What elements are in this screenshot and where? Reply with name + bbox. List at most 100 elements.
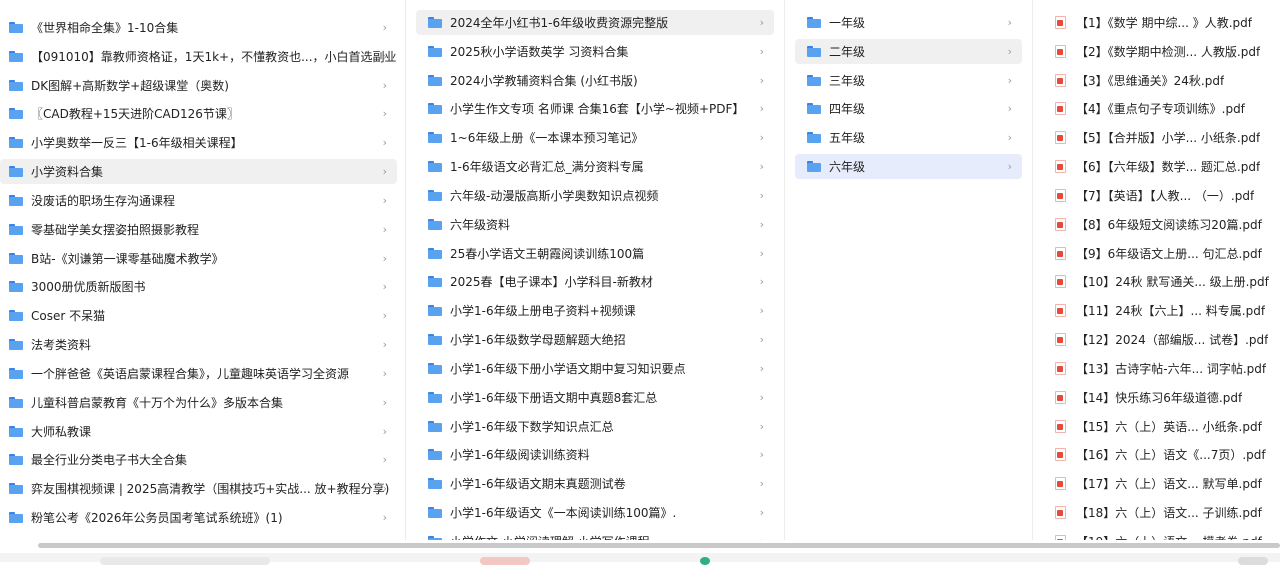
folder-column-2: 2024全年小红书1-6年级收费资源完整版 › 2025秋小学语数英学 习资料合集 ›… [406, 0, 785, 540]
folder-name: 小学1-6年级下册语文期中真题8套汇总 [450, 390, 658, 405]
folder-item[interactable]: 三年级 › [795, 68, 1022, 93]
chevron-right-icon: › [759, 131, 764, 145]
file-item[interactable]: 【2】《数学期中检测... 人教版.pdf [1043, 39, 1270, 64]
folder-name: 小学1-6年级数学母题解题大绝招 [450, 333, 626, 348]
folder-icon [807, 161, 821, 173]
folder-icon [9, 310, 23, 322]
file-item[interactable]: 【7】【英语】【人教... （一）.pdf [1043, 183, 1270, 208]
folder-item[interactable]: 弈友围棋视频课 | 2025高清教学（围棋技巧+实战... 放+教程分享) › [0, 476, 397, 501]
folder-item[interactable]: 小学资料合集 › [0, 159, 397, 185]
taskbar-clock[interactable] [1238, 557, 1268, 565]
folder-item[interactable]: 2024小学教辅资料合集 (小红书版) › [416, 68, 774, 93]
file-item[interactable]: 【10】24秋 默写通关... 级上册.pdf [1043, 269, 1270, 294]
folder-item[interactable]: 【091010】靠教师资格证，1天1k+，不懂教资也...，小白首选副业 › [0, 44, 397, 69]
folder-item[interactable]: 小学奥数举一反三【1-6年级相关课程】 › [0, 130, 397, 155]
folder-icon [807, 132, 821, 144]
horizontal-scrollbar[interactable] [38, 543, 1280, 548]
pdf-file-icon [1055, 246, 1066, 260]
folder-item[interactable]: 小学1-6年级数学母题解题大绝招 › [416, 327, 774, 352]
pdf-file-icon [1055, 534, 1066, 540]
folder-icon [807, 45, 821, 57]
folder-item[interactable]: 小学1-6年级上册电子资料+视频课 › [416, 298, 774, 323]
folder-item[interactable]: 小学1-6年级语文《一本阅读训练100篇》. › [416, 500, 774, 525]
folder-item[interactable]: 2024全年小红书1-6年级收费资源完整版 › [416, 10, 774, 35]
folder-item[interactable]: 小学作文 小学阅读理解 小学写作课程 › [416, 529, 774, 540]
pdf-file-icon [1055, 304, 1066, 318]
folder-name: 小学奥数举一反三【1-6年级相关课程】 [31, 136, 243, 151]
folder-name: 《世界相命全集》1-10合集 [31, 21, 179, 35]
folder-item[interactable]: 六年级-动漫版高斯小学奥数知识点视频 › [416, 183, 774, 208]
folder-item[interactable]: 儿童科普启蒙教育《十万个为什么》多版本合集 › [0, 390, 397, 415]
folder-item[interactable]: 法考类资料 › [0, 332, 397, 357]
folder-item[interactable]: 四年级 › [795, 96, 1022, 121]
folder-item[interactable]: Coser 不呆猫 › [0, 303, 397, 328]
folder-name: 〖CAD教程+15天进阶CAD126节课〗 [31, 107, 239, 122]
file-item[interactable]: 【9】6年级语文上册... 句汇总.pdf [1043, 241, 1270, 266]
folder-item[interactable]: 2025春【电子课本】小学科目-新教材 › [416, 269, 774, 294]
file-item[interactable]: 【11】24秋【六上】... 料专属.pdf [1043, 298, 1270, 323]
folder-item[interactable]: 小学1-6年级下册小学语文期中复习知识要点 › [416, 356, 774, 381]
folder-item[interactable]: 3000册优质新版图书 › [0, 274, 397, 299]
folder-item[interactable]: 小学1-6年级下数学知识点汇总 › [416, 414, 774, 439]
folder-item[interactable]: 1~6年级上册《一本课本预习笔记》 › [416, 125, 774, 150]
pdf-file-icon [1055, 102, 1066, 116]
file-item[interactable]: 【8】6年级短文阅读练习20篇.pdf [1043, 212, 1270, 237]
file-item[interactable]: 【16】六（上）语文《...7页）.pdf [1043, 442, 1270, 467]
folder-item[interactable]: 粉笔公考《2026年公务员国考笔试系统班》(1) › [0, 505, 397, 530]
folder-item[interactable]: 一年级 › [795, 10, 1022, 35]
file-item[interactable]: 【12】2024（部编版... 试卷】.pdf [1043, 327, 1270, 352]
folder-item[interactable]: 〖CAD教程+15天进阶CAD126节课〗 › [0, 101, 397, 126]
chevron-right-icon: › [1007, 44, 1012, 58]
folder-item[interactable]: 零基础学美女摆姿拍照摄影教程 › [0, 217, 397, 242]
pdf-file-icon [1055, 448, 1066, 462]
file-item[interactable]: 【4】《重点句子专项训练》.pdf [1043, 96, 1270, 121]
folder-name: 粉笔公考《2026年公务员国考笔试系统班》(1) [31, 511, 283, 526]
chevron-right-icon: › [1007, 160, 1012, 174]
folder-name: B站-《刘谦第一课零基础魔术教学》 [31, 251, 224, 266]
folder-column-1: 《世界相命全集》1-10合集 › 【091010】靠教师资格证，1天1k+，不懂教资… [0, 0, 406, 540]
folder-item[interactable]: 25春小学语文王朝霞阅读训练100篇 › [416, 241, 774, 266]
taskbar-app-icon[interactable] [700, 557, 710, 565]
folder-item[interactable]: 五年级 › [795, 125, 1022, 150]
taskbar-search-box[interactable] [100, 557, 270, 565]
folder-icon [428, 334, 442, 346]
pdf-file-icon [1055, 73, 1066, 87]
file-item[interactable]: 【19】六（上）语文... 模考卷.pdf [1043, 529, 1270, 540]
folder-item[interactable]: DK图解+高斯数学+超级课堂（奥数) › [0, 73, 397, 98]
folder-item[interactable]: 一个胖爸爸《英语启蒙课程合集》，儿童趣味英语学习全资源 › [0, 361, 397, 386]
file-list-4: 【1】《数学 期中综... 》人教.pdf 【2】《数学期中检测... 人教版.p… [1033, 10, 1280, 540]
file-item[interactable]: 【15】六（上）英语... 小纸条.pdf [1043, 414, 1270, 439]
file-item[interactable]: 【14】快乐练习6年级道德.pdf [1043, 385, 1270, 410]
folder-item[interactable]: 小学1-6年级下册语文期中真题8套汇总 › [416, 385, 774, 410]
folder-item[interactable]: 六年级 › [795, 154, 1022, 180]
folder-item[interactable]: 没废话的职场生存沟通课程 › [0, 188, 397, 213]
folder-item[interactable]: B站-《刘谦第一课零基础魔术教学》 › [0, 246, 397, 271]
file-item[interactable]: 【3】《思维通关》24秋.pdf [1043, 68, 1270, 93]
folder-item[interactable]: 小学1-6年级阅读训练资料 › [416, 442, 774, 467]
folder-icon [9, 22, 23, 33]
file-item[interactable]: 【1】《数学 期中综... 》人教.pdf [1043, 10, 1270, 35]
folder-item[interactable]: 1-6年级语文必背汇总_满分资料专属 › [416, 154, 774, 179]
folder-item[interactable]: 最全行业分类电子书大全合集 › [0, 447, 397, 472]
folder-item[interactable]: 大师私教课 › [0, 419, 397, 444]
file-item[interactable]: 【6】【六年级】数学... 题汇总.pdf [1043, 154, 1270, 179]
file-item[interactable]: 【13】古诗字帖-六年... 词字帖.pdf [1043, 356, 1270, 381]
folder-icon [9, 281, 23, 293]
pdf-file-icon [1055, 131, 1066, 145]
file-item[interactable]: 【17】六（上）语文... 默写单.pdf [1043, 471, 1270, 496]
file-item[interactable]: 【18】六（上）语文... 子训练.pdf [1043, 500, 1270, 525]
file-item[interactable]: 【5】【合并版】小学... 小纸条.pdf [1043, 125, 1270, 150]
folder-item[interactable]: 二年级 › [795, 38, 1022, 64]
chevron-right-icon: › [759, 304, 764, 318]
folder-name: 五年级 [829, 131, 866, 146]
file-name: 【4】《重点句子专项训练》.pdf [1076, 102, 1245, 117]
folder-item[interactable]: 2025秋小学语数英学 习资料合集 › [416, 39, 774, 64]
file-name: 【10】24秋 默写通关... 级上册.pdf [1076, 275, 1269, 290]
folder-item[interactable]: 小学生作文专项 名师课 合集16套【小学~视频+PDF】 › [416, 96, 774, 121]
folder-item[interactable]: 小学1-6年级语文期末真题测试卷 › [416, 471, 774, 496]
folder-item[interactable]: 六年级资料 › [416, 212, 774, 237]
taskbar-app-icon[interactable] [480, 557, 530, 565]
taskbar [0, 553, 1280, 565]
folder-item[interactable]: 《世界相命全集》1-10合集 › [0, 15, 397, 40]
folder-name: 零基础学美女摆姿拍照摄影教程 [31, 222, 200, 237]
